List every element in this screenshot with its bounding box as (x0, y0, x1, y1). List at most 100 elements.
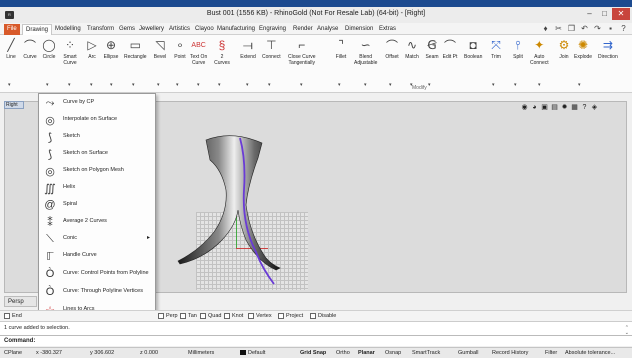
tab-clayoo[interactable]: Clayoo (192, 24, 217, 35)
circle-tool[interactable]: ◯ Circle (41, 37, 57, 60)
tab-file[interactable]: File (4, 24, 20, 35)
trim-tool[interactable]: ⤧ Trim (488, 37, 504, 61)
grid-snap-toggle[interactable]: Grid Snap (300, 350, 326, 356)
tab-jewellery[interactable]: Jewellery (136, 24, 167, 35)
osnap-knot[interactable]: Knot (224, 313, 243, 319)
chevron-down-icon[interactable]: ▾ (246, 82, 249, 88)
chevron-down-icon[interactable]: ▾ (8, 82, 11, 88)
shaded-view-icon[interactable]: ◉ (520, 104, 529, 112)
units-label[interactable]: Millimeters (188, 350, 214, 356)
tab-render[interactable]: Render (290, 24, 316, 35)
tab-dimension[interactable]: Dimension (342, 24, 376, 35)
menu-item-sketch-mesh[interactable]: ◎ Sketch on Polygon Mesh (39, 162, 155, 180)
osnap-tan[interactable]: Tan (180, 313, 197, 319)
chevron-down-icon[interactable]: ▾ (338, 82, 341, 88)
command-line-input[interactable]: Command: (0, 335, 632, 346)
tolerance-label[interactable]: Absolute tolerance... (565, 350, 615, 356)
chevron-down-icon[interactable]: ▾ (538, 82, 541, 88)
chevron-down-icon[interactable]: ▾ (46, 82, 49, 88)
fillet-tool[interactable]: ⌝ Fillet (333, 37, 349, 60)
tab-engraving[interactable]: Engraving (256, 24, 289, 35)
checkbox[interactable] (224, 313, 230, 319)
ortho-toggle[interactable]: Ortho (336, 350, 350, 356)
minimize-button[interactable]: – (582, 8, 597, 20)
chevron-down-icon[interactable]: ▾ (110, 82, 113, 88)
help-icon[interactable]: ? (619, 24, 628, 33)
checkbox[interactable] (4, 313, 10, 319)
checkbox[interactable] (200, 313, 206, 319)
arc-tool[interactable]: ▷ Arc (84, 37, 100, 60)
rectangle-tool[interactable]: ▭ Rectangle (124, 37, 147, 60)
tab-manufacturing[interactable]: Manufacturing (214, 24, 258, 35)
mic-icon[interactable]: ♦ (541, 24, 550, 33)
osnap-end[interactable]: End (4, 313, 22, 319)
match-tool[interactable]: ∿ Match (404, 37, 420, 60)
auto-connect-tool[interactable]: ✦ Auto Connect (530, 37, 549, 66)
ellipse-tool[interactable]: ⊕ Ellipse (103, 37, 119, 60)
checkbox[interactable] (180, 313, 186, 319)
tab-analyse[interactable]: Analyse (314, 24, 341, 35)
camera-icon[interactable]: ▣ (540, 104, 549, 112)
checkbox[interactable] (158, 313, 164, 319)
chevron-down-icon[interactable]: ▾ (157, 82, 160, 88)
chevron-down-icon[interactable]: ▾ (300, 82, 303, 88)
chevron-down-icon[interactable]: ▾ (364, 82, 367, 88)
chevron-down-icon[interactable]: ▾ (90, 82, 93, 88)
osnap-quad[interactable]: Quad (200, 313, 221, 319)
tab-modelling[interactable]: Modelling (52, 24, 84, 35)
offset-tool[interactable]: ⌒ Offset (384, 37, 400, 61)
split-tool[interactable]: ⫯ Split (510, 37, 526, 61)
checkbox[interactable] (278, 313, 284, 319)
osnap-perp[interactable]: Perp (158, 313, 178, 319)
tab-gems[interactable]: Gems (116, 24, 138, 35)
osnap-disable[interactable]: Disable (310, 313, 336, 319)
smarttrack-toggle[interactable]: SmartTrack (412, 350, 440, 356)
viewport-label[interactable]: Right (4, 101, 24, 109)
two-curves-tool[interactable]: § 2 Curves (214, 37, 230, 66)
menu-item-through-vertices[interactable]: Ò Curve: Through Polyline Vertices (39, 283, 155, 301)
menu-item-handle-curve[interactable]: ℾ Handle Curve (39, 247, 155, 265)
menu-item-conic[interactable]: ⟍ Conic ▸ (39, 230, 155, 248)
edit-points-tool[interactable]: ⌒ Edit Pt (442, 37, 458, 61)
chevron-down-icon[interactable]: ▾ (197, 82, 200, 88)
undo-icon[interactable]: ↶ (580, 24, 589, 33)
chevron-down-icon[interactable]: ▾ (428, 82, 431, 88)
checkbox[interactable] (248, 313, 254, 319)
planar-toggle[interactable]: Planar (358, 350, 375, 356)
osnap-project[interactable]: Project (278, 313, 303, 319)
tab-drawing[interactable]: Drawing (22, 24, 53, 35)
options-icon[interactable]: ◈ (590, 104, 599, 112)
close-curve-tool[interactable]: ⌐ Close Curve Tangentially (288, 37, 316, 66)
save-icon[interactable]: ▪ (606, 24, 615, 33)
direction-tool[interactable]: ⇉ Direction (598, 37, 618, 60)
checkbox[interactable] (310, 313, 316, 319)
tab-extras[interactable]: Extras (376, 24, 399, 35)
menu-item-interpolate-surface[interactable]: ◎ Interpolate on Surface (39, 111, 155, 129)
gumball-toggle[interactable]: Gumball (458, 350, 478, 356)
filter-toggle[interactable]: Filter (545, 350, 557, 356)
blend-tool[interactable]: ∽ Blend Adjustable (354, 37, 377, 66)
menu-item-sketch[interactable]: ⟆ Sketch (39, 128, 155, 146)
menu-item-cp-from-polyline[interactable]: Ò Curve: Control Points from Polyline (39, 265, 155, 283)
curve-tool[interactable]: ⌒ Curve (22, 37, 38, 61)
close-button[interactable]: ✕ (612, 8, 630, 20)
smart-curve-tool[interactable]: ⁘ Smart Curve (62, 37, 78, 66)
chevron-down-icon[interactable]: ▾ (132, 82, 135, 88)
seam-tool[interactable]: Ꞡ Seam (424, 37, 440, 60)
layer-label[interactable]: Default (240, 350, 265, 356)
render-icon[interactable]: ◕ (530, 104, 539, 112)
chevron-down-icon[interactable]: ▾ (578, 82, 581, 88)
connect-tool[interactable]: ⊤ Connect (262, 37, 281, 60)
redo-icon[interactable]: ↷ (593, 24, 602, 33)
menu-item-curve-by-cp[interactable]: ⤳ Curve by CP (39, 94, 155, 112)
chevron-down-icon[interactable]: ▾ (176, 82, 179, 88)
cplane-label[interactable]: CPlane (4, 350, 22, 356)
light-icon[interactable]: ✹ (560, 104, 569, 112)
osnap-toggle[interactable]: Osnap (385, 350, 401, 356)
copy-icon[interactable]: ❐ (567, 24, 576, 33)
bevel-tool[interactable]: ◹ Bevel (152, 37, 168, 60)
tab-transform[interactable]: Transform (84, 24, 117, 35)
viewport-tab-persp[interactable]: Persp (4, 296, 37, 307)
chevron-down-icon[interactable]: ▾ (218, 82, 221, 88)
join-tool[interactable]: ⚙ Join (556, 37, 572, 60)
